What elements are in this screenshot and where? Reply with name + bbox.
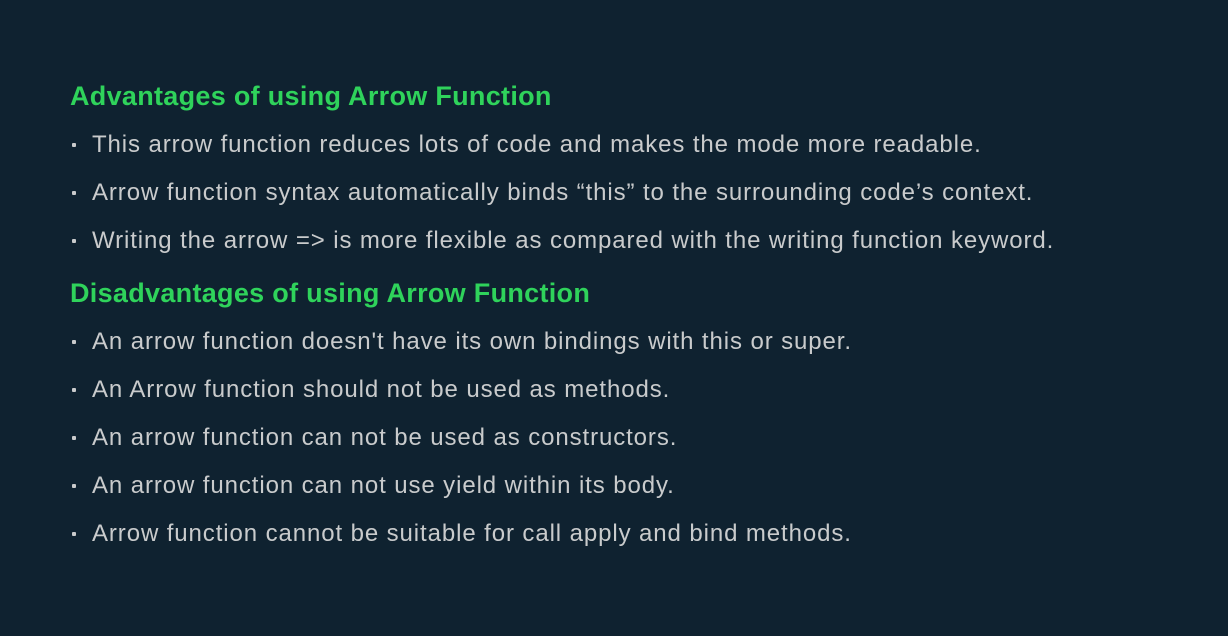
advantages-section: Advantages of using Arrow Function This … [70, 76, 1054, 265]
bullet-icon [72, 143, 76, 147]
disadvantages-section: Disadvantages of using Arrow Function An… [70, 273, 1054, 558]
advantages-heading: Advantages of using Arrow Function [70, 81, 552, 111]
bullet-icon [72, 532, 76, 536]
advantages-list: This arrow function reduces lots of code… [70, 121, 1054, 265]
list-item: An arrow function doesn't have its own b… [70, 318, 1054, 366]
disadvantages-heading: Disadvantages of using Arrow Function [70, 278, 591, 308]
list-item: An arrow function can not be used as con… [70, 414, 1054, 462]
list-item: Arrow function syntax automatically bind… [70, 169, 1054, 217]
list-item: This arrow function reduces lots of code… [70, 121, 1054, 169]
list-item: An Arrow function should not be used as … [70, 366, 1054, 414]
list-item: An arrow function can not use yield with… [70, 462, 1054, 510]
disadvantages-list: An arrow function doesn't have its own b… [70, 318, 1054, 558]
bullet-icon [72, 239, 76, 243]
bullet-icon [72, 191, 76, 195]
bullet-icon [72, 484, 76, 488]
list-item: Writing the arrow => is more flexible as… [70, 217, 1054, 265]
bullet-icon [72, 340, 76, 344]
slide-content: Advantages of using Arrow Function This … [70, 76, 1054, 558]
bullet-icon [72, 388, 76, 392]
list-item: Arrow function cannot be suitable for ca… [70, 510, 1054, 558]
bullet-icon [72, 436, 76, 440]
